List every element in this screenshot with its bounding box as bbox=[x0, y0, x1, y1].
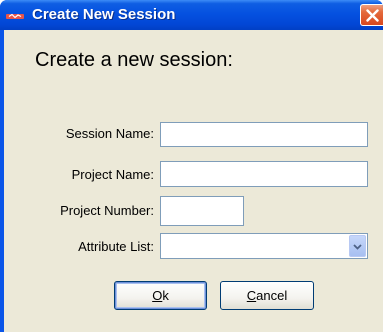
project-number-field[interactable] bbox=[160, 196, 244, 226]
attribute-list-label: Attribute List: bbox=[78, 239, 154, 254]
cancel-button-mnemonic: C bbox=[246, 288, 257, 303]
session-name-label: Session Name: bbox=[65, 126, 154, 141]
chevron-down-icon bbox=[353, 244, 362, 250]
page-title: Create a new session: bbox=[35, 49, 233, 71]
dialog-window: Create New Session Create a new session:… bbox=[0, 0, 383, 332]
ok-button-mnemonic: O bbox=[152, 288, 163, 303]
attribute-list-select[interactable] bbox=[160, 233, 368, 259]
session-name-field[interactable] bbox=[160, 122, 368, 147]
title-bar[interactable]: Create New Session bbox=[0, 0, 383, 30]
app-icon bbox=[6, 9, 24, 21]
close-icon bbox=[366, 9, 379, 22]
project-name-field[interactable] bbox=[160, 161, 368, 187]
project-name-label: Project Name: bbox=[71, 167, 154, 182]
ok-button[interactable]: Ok bbox=[114, 281, 207, 310]
window-title: Create New Session bbox=[32, 6, 176, 23]
dropdown-button[interactable] bbox=[349, 235, 366, 257]
cancel-button-label: ancel bbox=[256, 288, 288, 303]
close-button[interactable] bbox=[360, 4, 383, 26]
cancel-button[interactable]: Cancel bbox=[220, 281, 314, 310]
ok-button-label: k bbox=[162, 288, 169, 303]
project-number-label: Project Number: bbox=[60, 203, 154, 218]
